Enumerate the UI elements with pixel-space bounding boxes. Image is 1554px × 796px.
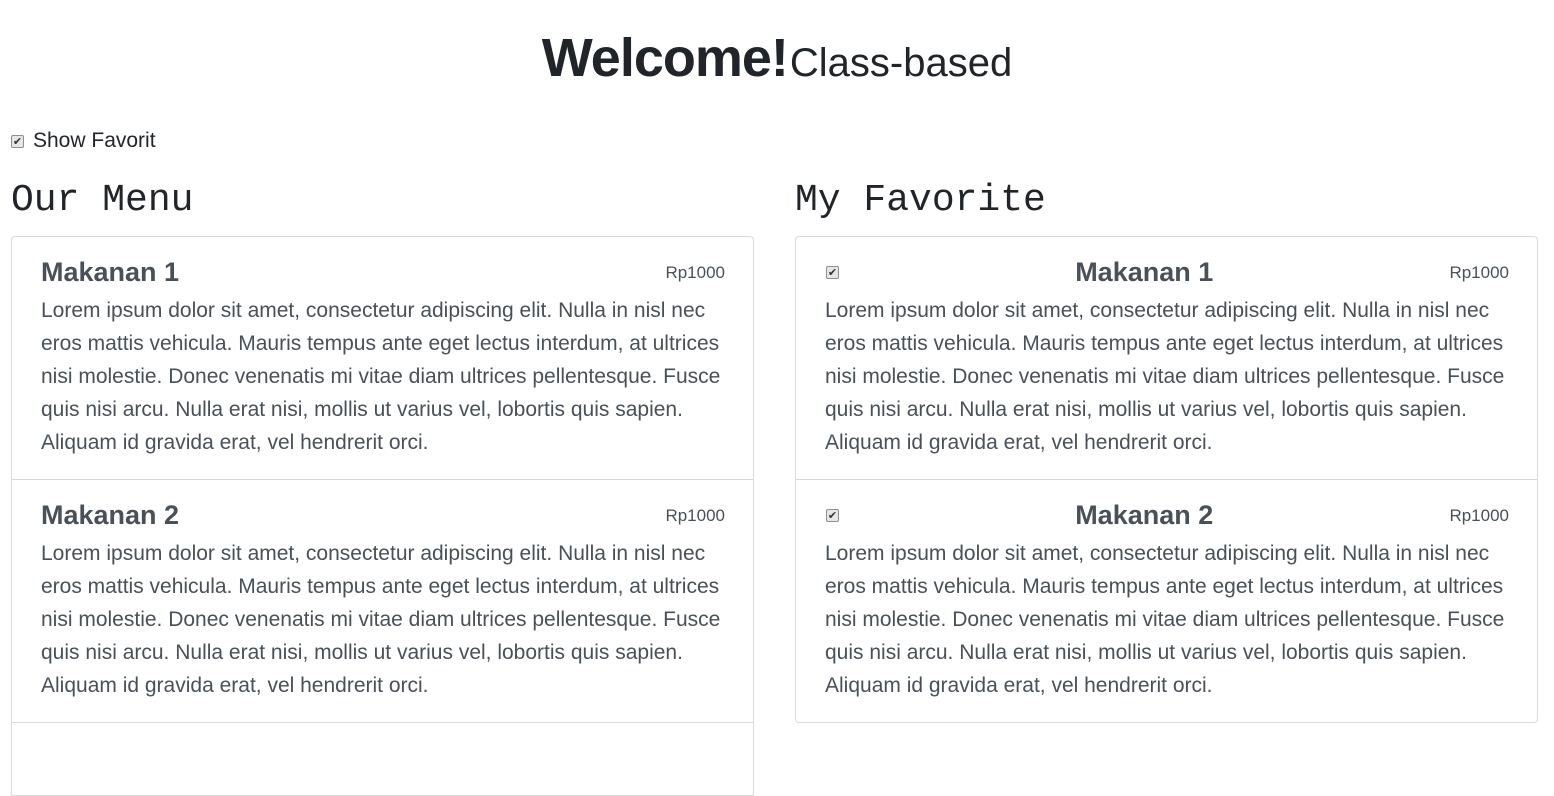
favorite-section: My Favorite ✔ Makanan 1 Rp1000 Lorem ips… (795, 178, 1538, 723)
show-favorite-toggle[interactable]: ✔ Show Favorit (11, 128, 156, 154)
show-favorite-label: Show Favorit (33, 129, 156, 152)
favorite-item-checkbox[interactable]: ✔ (826, 509, 839, 522)
menu-list: Makanan 1 Rp1000 Lorem ipsum dolor sit a… (11, 236, 754, 796)
favorite-item-header: ✔ Makanan 2 Rp1000 (825, 498, 1509, 533)
menu-item-description: Lorem ipsum dolor sit amet, consectetur … (41, 542, 721, 697)
page-subtitle: Class-based (789, 41, 1013, 85)
menu-item-price: Rp1000 (665, 262, 725, 282)
menu-item-name: Makanan 1 (41, 257, 180, 287)
menu-item-price: Rp1000 (665, 505, 725, 525)
menu-item: Makanan 1 Rp1000 Lorem ipsum dolor sit a… (12, 237, 753, 480)
favorite-item-name: Makanan 2 (1075, 500, 1214, 530)
favorite-item-description: Lorem ipsum dolor sit amet, consectetur … (825, 299, 1505, 454)
menu-item-name: Makanan 2 (41, 500, 180, 530)
favorite-list: ✔ Makanan 1 Rp1000 Lorem ipsum dolor sit… (795, 236, 1538, 723)
menu-item-description: Lorem ipsum dolor sit amet, consectetur … (41, 299, 721, 454)
show-favorite-checkbox[interactable]: ✔ (11, 134, 24, 148)
menu-item: Makanan 2 Rp1000 Lorem ipsum dolor sit a… (12, 480, 753, 723)
favorite-item-price: Rp1000 (1449, 505, 1509, 525)
page-title: Welcome!Class-based (0, 26, 1554, 97)
favorite-heading: My Favorite (795, 179, 1046, 222)
menu-heading: Our Menu (11, 179, 194, 222)
menu-item-header: Makanan 1 Rp1000 (41, 255, 725, 290)
menu-item-header: Makanan 2 Rp1000 (41, 498, 725, 533)
page-title-main: Welcome! (541, 28, 789, 88)
favorite-item-description: Lorem ipsum dolor sit amet, consectetur … (825, 542, 1505, 697)
favorite-item: ✔ Makanan 1 Rp1000 Lorem ipsum dolor sit… (796, 237, 1537, 480)
favorite-item-header: ✔ Makanan 1 Rp1000 (825, 255, 1509, 290)
menu-section: Our Menu Makanan 1 Rp1000 Lorem ipsum do… (11, 178, 754, 796)
favorite-item-checkbox[interactable]: ✔ (826, 266, 839, 279)
favorite-item-name: Makanan 1 (1075, 257, 1214, 287)
favorite-item-price: Rp1000 (1449, 262, 1509, 282)
favorite-item: ✔ Makanan 2 Rp1000 Lorem ipsum dolor sit… (796, 480, 1537, 722)
